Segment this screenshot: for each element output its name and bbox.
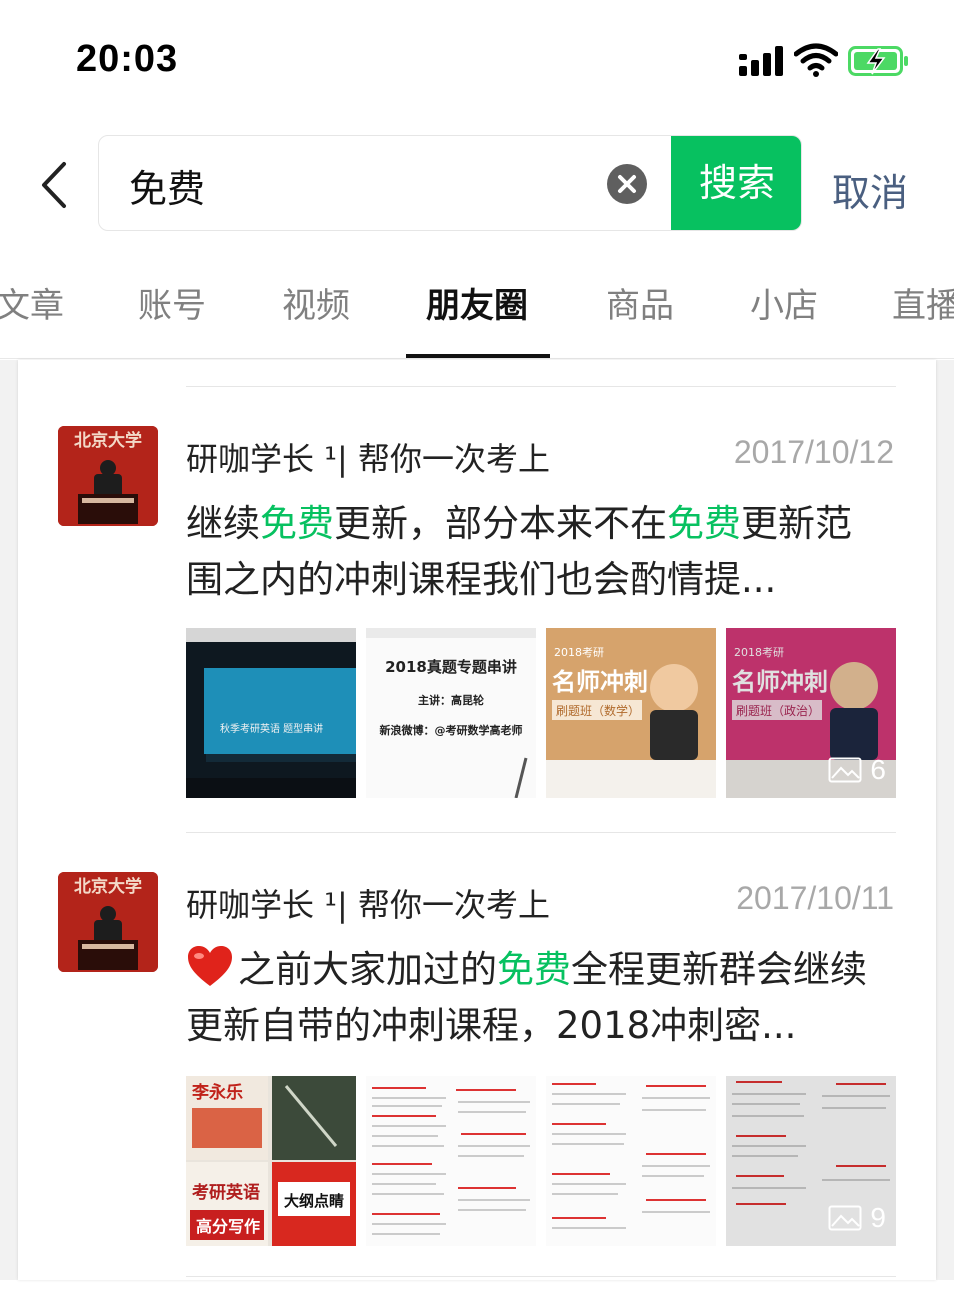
- text-segment: 继续: [186, 502, 260, 545]
- thumb-caption: 秋季考研英语 题型串讲: [220, 722, 323, 735]
- heart-emoji-icon: [188, 946, 232, 986]
- book-title: 李永乐: [192, 1082, 243, 1103]
- search-button[interactable]: 搜索: [671, 136, 801, 230]
- image-thumbnail[interactable]: 2018考研 名师冲刺 刷题班（政治） 6: [726, 628, 896, 798]
- thumb-line: 新浪微博：@考研数学高老师: [380, 723, 523, 737]
- search-query[interactable]: 免费: [129, 158, 205, 213]
- image-thumbnail[interactable]: [366, 1076, 536, 1246]
- tab-stores[interactable]: 小店: [750, 278, 818, 327]
- wifi-icon: [794, 43, 838, 77]
- text-segment: 之前大家加过的: [238, 948, 497, 991]
- highlight-keyword: 免费: [667, 502, 741, 545]
- battery-charging-icon: [848, 46, 908, 76]
- highlight-keyword: 免费: [497, 948, 571, 991]
- tab-accounts[interactable]: 账号: [138, 278, 206, 327]
- post-images: 李永乐 考研英语 高分写作 大纲点睛 9: [186, 1076, 896, 1246]
- post-author[interactable]: 研咖学长 ¹| 帮你一次考上: [186, 880, 550, 926]
- thumb-line: 主讲：高昆轮: [418, 693, 484, 707]
- post-text: 之前大家加过的免费全程更新群会继续更新自带的冲刺课程，2018冲刺密...: [186, 942, 886, 1054]
- search-bar: 免费 搜索 取消: [0, 130, 954, 240]
- avatar[interactable]: 北京大学: [58, 872, 158, 972]
- image-thumbnail[interactable]: 9: [726, 1076, 896, 1246]
- divider: [186, 832, 896, 833]
- book-title: 大纲点睛: [284, 1192, 344, 1210]
- divider: [186, 1276, 896, 1277]
- divider: [186, 386, 896, 387]
- avatar-text: 北京大学: [74, 430, 142, 451]
- image-icon: [828, 1205, 862, 1231]
- post-author[interactable]: 研咖学长 ¹| 帮你一次考上: [186, 434, 550, 480]
- avatar[interactable]: 北京大学: [58, 426, 158, 526]
- search-input[interactable]: 免费 搜索: [98, 135, 802, 231]
- clear-icon[interactable]: [607, 164, 647, 204]
- image-thumbnail[interactable]: [546, 1076, 716, 1246]
- moment-post[interactable]: 北京大学 研咖学长 ¹| 帮你一次考上 2017/10/11 之前大家加过的免费…: [0, 872, 954, 1312]
- tab-live[interactable]: 直播: [892, 278, 954, 327]
- image-count-number: 9: [870, 1202, 886, 1233]
- image-thumbnail[interactable]: 李永乐 考研英语 高分写作 大纲点睛: [186, 1076, 356, 1246]
- cellular-signal-icon: [739, 46, 783, 76]
- image-thumbnail[interactable]: 2018考研 名师冲刺 刷题班（数学）: [546, 628, 716, 798]
- post-images: 秋季考研英语 题型串讲 2018真题专题串讲 主讲：高昆轮 新浪微博：@考研数学…: [186, 628, 896, 798]
- avatar-text: 北京大学: [74, 876, 142, 897]
- image-thumbnail[interactable]: 2018真题专题串讲 主讲：高昆轮 新浪微博：@考研数学高老师: [366, 628, 536, 798]
- image-count: 6: [828, 754, 886, 786]
- moment-post[interactable]: 北京大学 研咖学长 ¹| 帮你一次考上 2017/10/12 继续免费更新，部分…: [0, 426, 954, 866]
- image-count: 9: [828, 1202, 886, 1234]
- post-date: 2017/10/12: [733, 434, 894, 470]
- tab-videos[interactable]: 视频: [282, 278, 350, 327]
- status-bar: 20:03: [0, 0, 954, 110]
- image-thumbnail[interactable]: 秋季考研英语 题型串讲: [186, 628, 356, 798]
- book-title: 高分写作: [196, 1217, 260, 1236]
- category-tabs: 文章 账号 视频 朋友圈 商品 小店 直播: [0, 270, 954, 360]
- thumb-tag: 2018考研: [554, 646, 604, 659]
- image-count-number: 6: [870, 754, 886, 785]
- thumb-title: 名师冲刺: [552, 668, 648, 696]
- tabs-divider: [0, 358, 954, 359]
- book-title: 考研英语: [191, 1182, 260, 1203]
- tab-products[interactable]: 商品: [606, 278, 674, 327]
- post-date: 2017/10/11: [736, 880, 894, 916]
- thumb-sub: 刷题班（数学）: [556, 703, 640, 718]
- post-text: 继续免费更新，部分本来不在免费更新范围之内的冲刺课程我们也会酌情提...: [186, 496, 886, 608]
- cancel-button[interactable]: 取消: [832, 162, 908, 217]
- text-segment: 更新，部分本来不在: [334, 502, 667, 545]
- image-icon: [828, 757, 862, 783]
- status-time: 20:03: [76, 38, 179, 80]
- thumb-title: 2018真题专题串讲: [385, 658, 517, 676]
- tab-articles[interactable]: 文章: [0, 278, 64, 327]
- tab-moments[interactable]: 朋友圈: [426, 278, 528, 327]
- highlight-keyword: 免费: [260, 502, 334, 545]
- back-icon[interactable]: [38, 160, 72, 210]
